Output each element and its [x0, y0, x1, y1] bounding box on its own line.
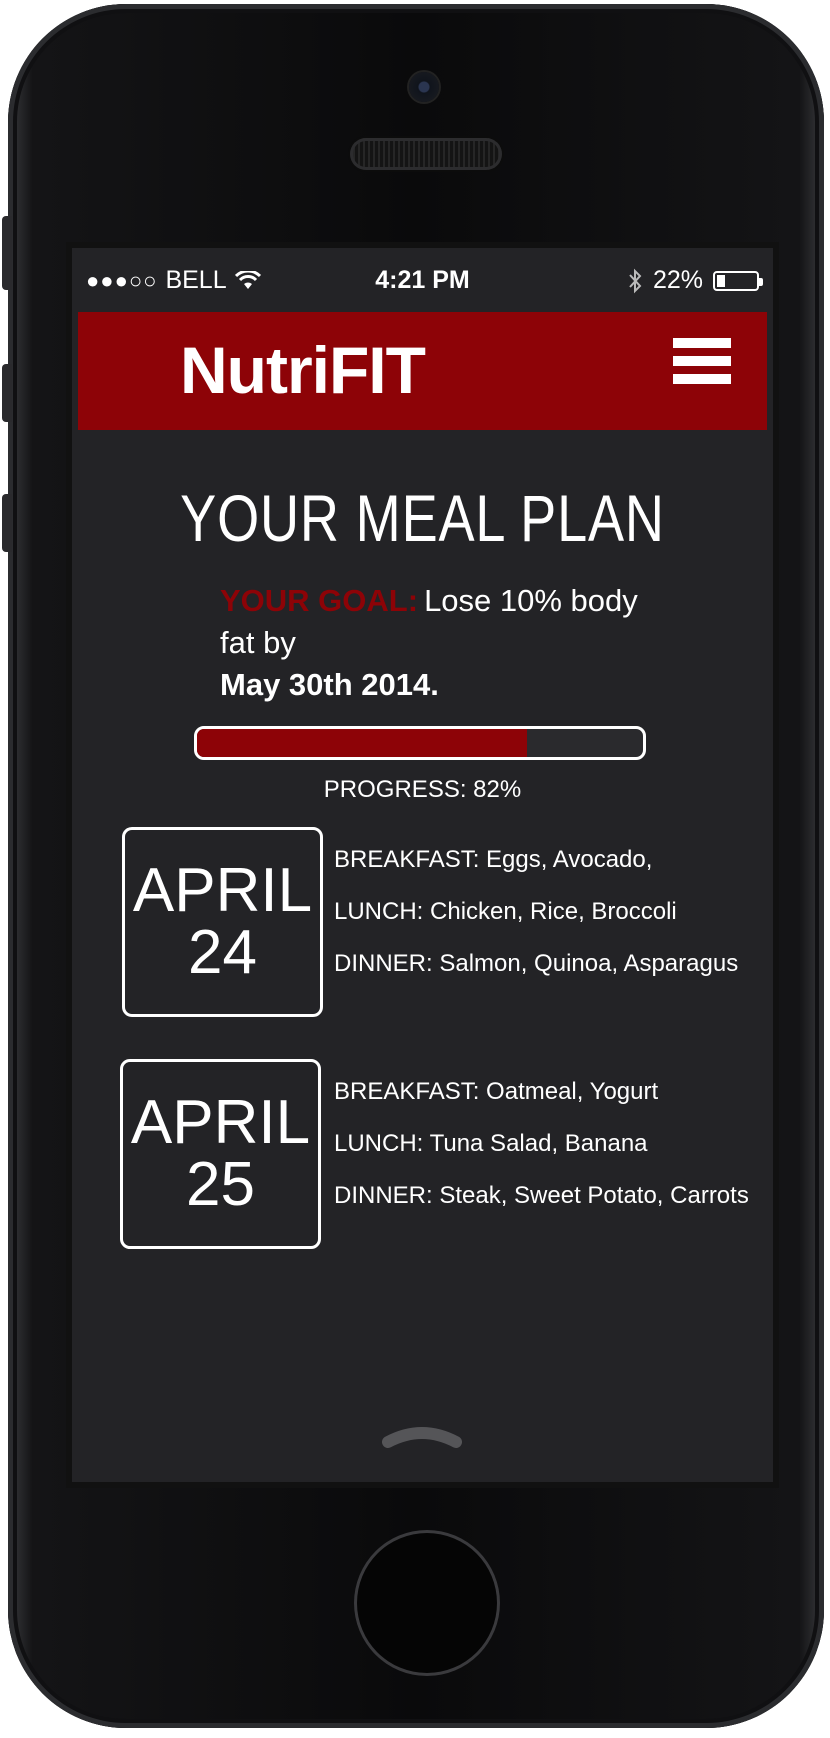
progress-label: PROGRESS: 82% [323, 776, 522, 803]
front-camera [409, 72, 439, 102]
home-button[interactable] [354, 1530, 500, 1676]
volume-up-button [2, 364, 12, 422]
screen: ●●●○○ BELL 4:21 PM 22% NutriFIT YOUR MEA… [66, 242, 779, 1488]
date-card-month: APRIL [132, 856, 313, 925]
earpiece-speaker [350, 138, 502, 170]
meal-list-april-25: BREAKFAST: Oatmeal, Yogurt LUNCH: Tuna S… [334, 1066, 749, 1222]
mute-switch [2, 216, 12, 290]
lunch-item: LUNCH: Chicken, Rice, Broccoli [334, 898, 677, 925]
lunch-item: LUNCH: Tuna Salad, Banana [334, 1130, 648, 1157]
app-header: NutriFIT [78, 312, 767, 430]
hamburger-menu-icon[interactable] [673, 338, 731, 394]
goal-text-block: YOUR GOAL: Lose 10% body fat by May 30th … [220, 580, 640, 706]
battery-icon [713, 270, 763, 291]
battery-fill [717, 274, 726, 287]
progress-fill [197, 729, 528, 757]
app-logo: NutriFIT [180, 333, 426, 407]
date-card-month: APRIL [130, 1088, 311, 1157]
dinner-item: DINNER: Steak, Sweet Potato, Carrots [334, 1182, 749, 1209]
goal-label: YOUR GOAL: [220, 583, 419, 618]
date-card-april-24[interactable]: APRIL 24 [122, 827, 323, 1017]
chevron-up-icon[interactable] [382, 1420, 462, 1450]
meal-list-april-24: BREAKFAST: Eggs, Avocado, LUNCH: Chicken… [334, 834, 738, 990]
battery-percent: 22% [652, 266, 703, 294]
phone-frame: ●●●○○ BELL 4:21 PM 22% NutriFIT YOUR MEA… [2, 4, 824, 1728]
goal-date: May 30th 2014. [220, 667, 439, 702]
date-card-april-25[interactable]: APRIL 25 [120, 1059, 321, 1249]
date-card-day: 25 [186, 1150, 255, 1219]
breakfast-item: BREAKFAST: Oatmeal, Yogurt [334, 1078, 659, 1105]
status-bar: ●●●○○ BELL 4:21 PM 22% [72, 248, 773, 312]
volume-down-button [2, 494, 12, 552]
bluetooth-icon [629, 268, 642, 293]
progress-bar [194, 726, 646, 760]
dinner-item: DINNER: Salmon, Quinoa, Asparagus [334, 950, 739, 977]
page-title: YOUR MEAL PLAN [180, 481, 665, 555]
date-card-day: 24 [188, 918, 257, 987]
breakfast-item: BREAKFAST: Eggs, Avocado, [334, 846, 653, 873]
